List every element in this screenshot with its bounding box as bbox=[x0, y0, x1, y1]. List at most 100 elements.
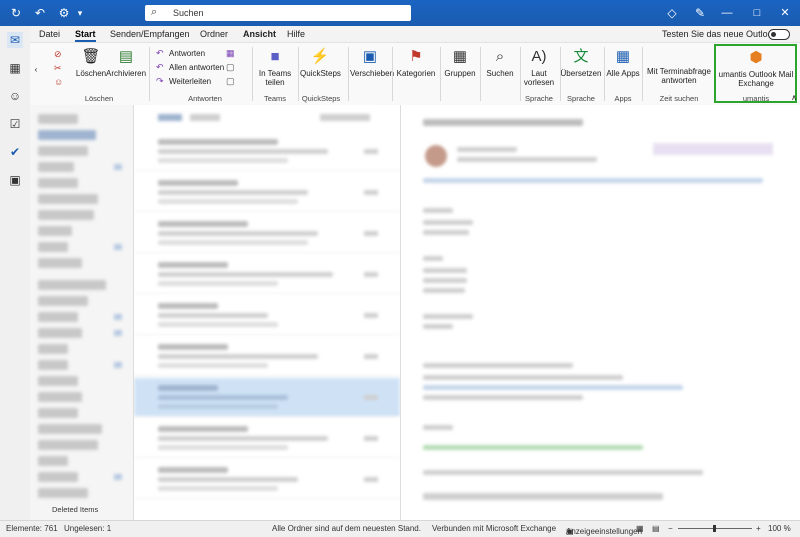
groups-button[interactable]: ▦ Gruppen bbox=[442, 47, 478, 78]
separator bbox=[642, 47, 643, 101]
separator bbox=[480, 47, 481, 101]
separator bbox=[440, 47, 441, 101]
unread-count: Ungelesen: 1 bbox=[64, 524, 112, 533]
reply-button[interactable]: ↶ Antworten bbox=[156, 48, 205, 59]
language-group-label: Sprache bbox=[567, 94, 595, 103]
element-count: Elemente: 761 bbox=[6, 524, 58, 533]
view-normal-icon[interactable]: ▦ bbox=[636, 524, 644, 533]
separator bbox=[252, 47, 253, 101]
ribbon-collapse-left-icon[interactable]: ‹ bbox=[32, 65, 40, 74]
delete-group-label: Löschen bbox=[84, 94, 114, 103]
ribbon-collapse-icon[interactable]: ∧ bbox=[790, 93, 798, 102]
apps-group-label: Apps bbox=[614, 94, 632, 103]
minimize-button[interactable]: — bbox=[712, 0, 742, 26]
cleanup-icon[interactable]: ✂ bbox=[54, 63, 67, 74]
tasks-icon[interactable]: ☑ bbox=[7, 116, 23, 132]
reply-with-meeting-poll-button[interactable]: Mit Terminabfrage antworten bbox=[644, 67, 714, 85]
groups-icon: ▦ bbox=[452, 48, 468, 65]
tab-senden-empfangen[interactable]: Senden/Empfangen bbox=[110, 29, 190, 39]
calendar-icon[interactable]: ▦ bbox=[7, 60, 23, 76]
mail-icon[interactable]: ✉ bbox=[7, 32, 23, 48]
zoom-level: 100 % bbox=[768, 524, 791, 533]
apps-grid-icon: ▦ bbox=[615, 48, 631, 65]
lightning-icon: ⚡ bbox=[310, 48, 330, 65]
umantis-group-label: umantis bbox=[742, 94, 770, 103]
more-respond-icon[interactable]: ▢ bbox=[226, 76, 239, 87]
separator bbox=[348, 47, 349, 101]
move-button[interactable]: ▣ Verschieben bbox=[350, 47, 394, 78]
meeting-icon[interactable]: ▦ bbox=[226, 48, 239, 59]
quick-access-dropdown-icon[interactable]: ▾ bbox=[72, 5, 88, 21]
search-icon: ⌕ bbox=[151, 6, 158, 18]
archive-icon: ▤ bbox=[118, 48, 134, 65]
undo-icon[interactable]: ↶ bbox=[32, 5, 48, 21]
status-bar: Elemente: 761 Ungelesen: 1 Alle Ordner s… bbox=[0, 520, 800, 537]
separator bbox=[149, 47, 150, 101]
zoom-out-button[interactable]: − bbox=[668, 524, 673, 533]
menu-bar: Datei Start Senden/Empfangen Ordner Ansi… bbox=[30, 26, 800, 42]
share-teams-button[interactable]: ■ In Teams teilen bbox=[255, 47, 295, 87]
read-aloud-button[interactable]: A) Laut vorlesen bbox=[522, 47, 556, 87]
search-placeholder: Suchen bbox=[173, 8, 204, 18]
ignore-icon[interactable]: ⊘ bbox=[54, 49, 67, 60]
folder-pane: Deleted Items bbox=[30, 105, 134, 520]
search-icon: ⌕ bbox=[495, 48, 505, 65]
read-aloud-icon: A) bbox=[531, 48, 547, 65]
trash-icon: 🗑 bbox=[81, 48, 101, 65]
separator bbox=[520, 47, 521, 101]
categories-button[interactable]: ⚑ Kategorien bbox=[394, 47, 438, 78]
teams-group-label: Teams bbox=[263, 94, 287, 103]
zoom-slider-thumb[interactable] bbox=[713, 525, 716, 532]
zoom-in-button[interactable]: + bbox=[756, 524, 761, 533]
umantis-logo-icon: ⬢ bbox=[749, 49, 763, 66]
archive-button[interactable]: ▤ Archivieren bbox=[106, 47, 146, 78]
tab-ansicht[interactable]: Ansicht bbox=[243, 29, 276, 39]
apps-icon[interactable]: ▣ bbox=[7, 172, 23, 188]
respond-group-label: Antworten bbox=[188, 94, 222, 103]
all-apps-button[interactable]: ▦ Alle Apps bbox=[606, 47, 640, 78]
people-icon[interactable]: ☺ bbox=[7, 88, 23, 104]
reading-pane bbox=[401, 105, 800, 520]
reply-all-button[interactable]: ↶ Allen antworten bbox=[156, 62, 224, 73]
speech-group-label: Sprache bbox=[525, 94, 553, 103]
tab-datei[interactable]: Datei bbox=[39, 29, 60, 39]
new-outlook-label: Testen Sie das neue Outlook bbox=[662, 29, 778, 39]
move-icon: ▣ bbox=[362, 48, 378, 65]
connection-status: Verbunden mit Microsoft Exchange bbox=[432, 524, 557, 533]
reply-icon: ↶ bbox=[156, 48, 164, 58]
search-input[interactable]: ⌕ Suchen bbox=[145, 5, 411, 21]
title-bar: ↻ ↶ ⚙ ▾ ⌕ Suchen ◇ ✎ — □ ✕ bbox=[0, 0, 800, 26]
forward-icon: ↷ bbox=[156, 76, 164, 86]
quicksteps-button[interactable]: ⚡ QuickSteps bbox=[300, 47, 341, 78]
umantis-button[interactable]: ⬢ umantis Outlook Mail Exchange bbox=[718, 48, 794, 88]
separator bbox=[604, 47, 605, 101]
quicksteps-group-label: QuickSteps bbox=[301, 94, 341, 103]
todo-icon[interactable]: ✔ bbox=[7, 144, 23, 160]
folder-deleted-items[interactable]: Deleted Items bbox=[52, 505, 98, 514]
separator bbox=[298, 47, 299, 101]
forward-button[interactable]: ↷ Weiterleiten bbox=[156, 76, 211, 87]
message-list bbox=[134, 105, 401, 520]
customize-icon[interactable]: ⚙ bbox=[56, 5, 72, 21]
sync-status: Alle Ordner sind auf dem neuesten Stand. bbox=[272, 524, 421, 533]
flag-icon: ⚑ bbox=[409, 48, 423, 65]
maximize-button[interactable]: □ bbox=[742, 0, 772, 26]
close-button[interactable]: ✕ bbox=[770, 0, 800, 26]
new-outlook-toggle[interactable] bbox=[768, 29, 790, 40]
reply-all-icon: ↶ bbox=[156, 62, 164, 72]
tab-hilfe[interactable]: Hilfe bbox=[287, 29, 305, 39]
ribbon: ‹ ⊘ ✂ ☺ 🗑 Löschen ▤ Archivieren Löschen ↶ A… bbox=[30, 42, 800, 106]
im-icon[interactable]: ▢ bbox=[226, 62, 239, 73]
search-ribbon-button[interactable]: ⌕ Suchen bbox=[482, 47, 518, 78]
separator bbox=[392, 47, 393, 101]
diamond-icon[interactable]: ◇ bbox=[664, 5, 680, 21]
pen-icon[interactable]: ✎ bbox=[692, 5, 708, 21]
navigation-rail: ✉ ▦ ☺ ☑ ✔ ▣ bbox=[0, 26, 31, 520]
tab-ordner[interactable]: Ordner bbox=[200, 29, 228, 39]
translate-button[interactable]: 文 Übersetzen bbox=[560, 47, 602, 78]
tab-start[interactable]: Start bbox=[75, 29, 96, 42]
delete-button[interactable]: 🗑 Löschen bbox=[74, 47, 108, 78]
sync-icon[interactable]: ↻ bbox=[8, 5, 24, 21]
view-reading-icon[interactable]: ▤ bbox=[652, 524, 660, 533]
junk-icon[interactable]: ☺ bbox=[54, 77, 67, 87]
